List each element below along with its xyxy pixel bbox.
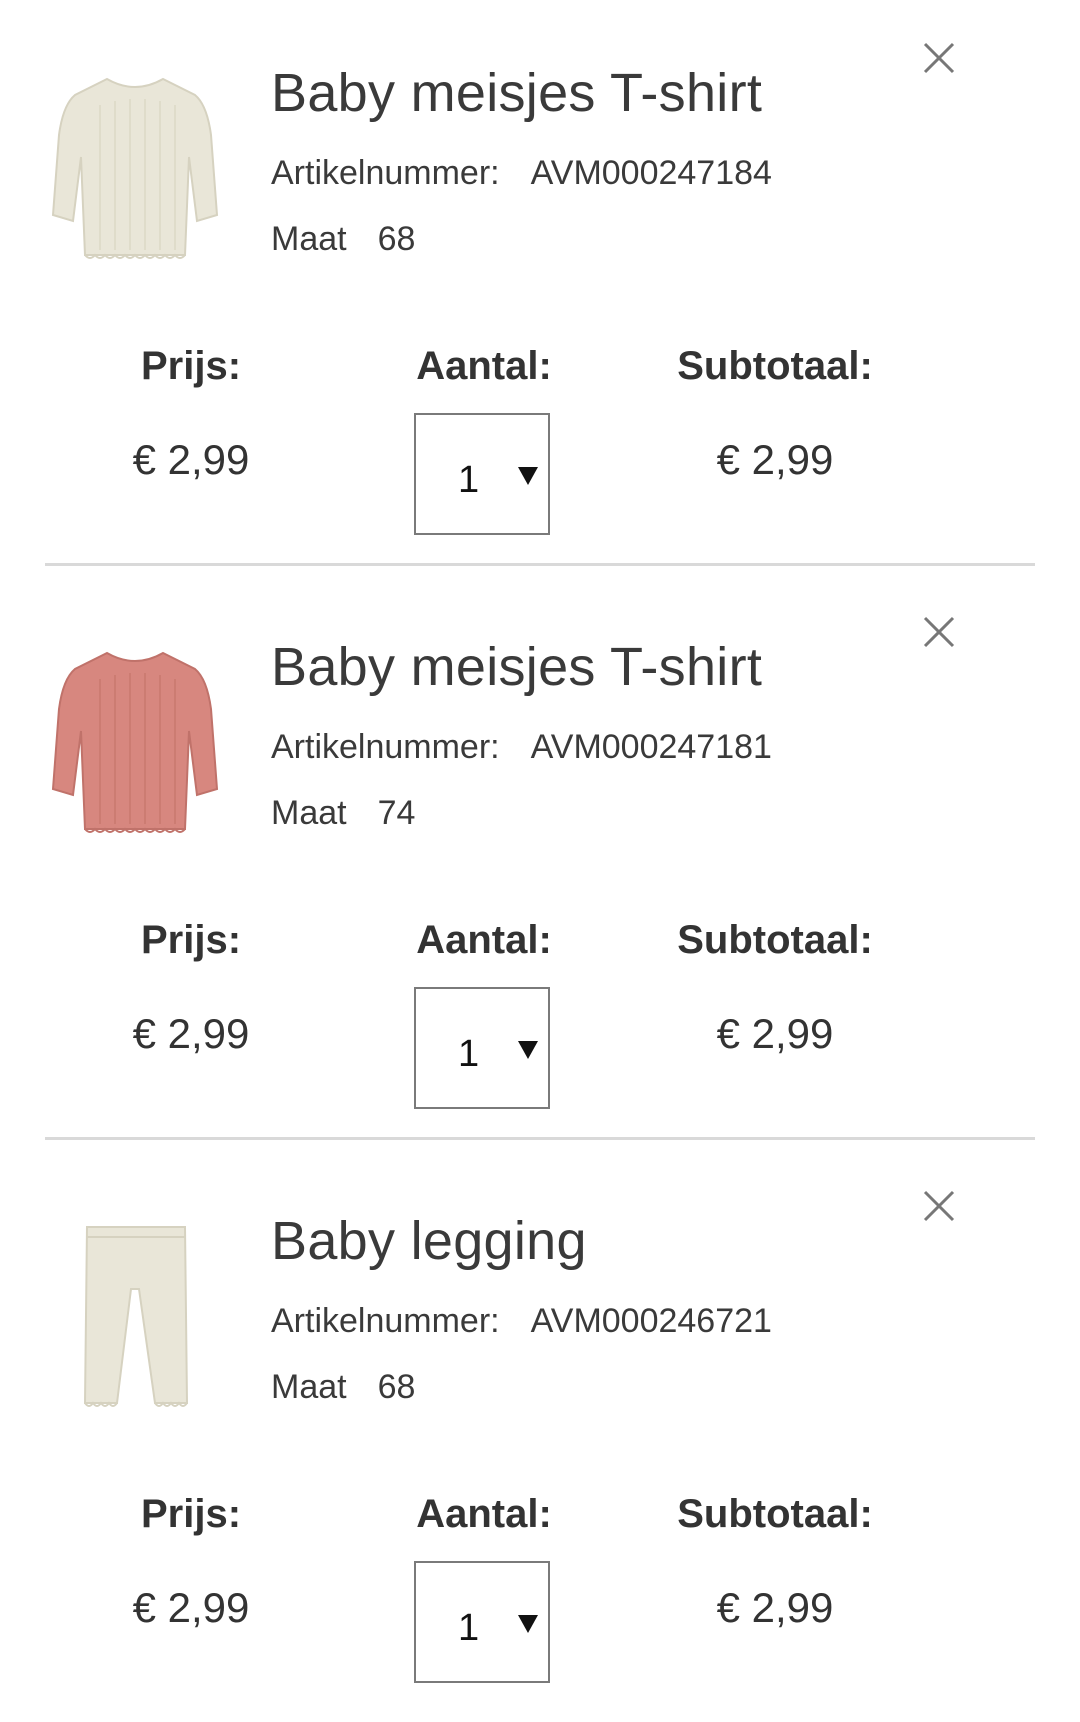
sku-label: Artikelnummer:	[271, 728, 500, 766]
product-image[interactable]	[45, 639, 225, 839]
remove-item-button[interactable]	[921, 1188, 957, 1224]
cream-longsleeve-shirt-icon	[51, 77, 219, 259]
divider	[45, 1137, 1035, 1140]
price-label: Prijs:	[140, 344, 242, 388]
size-value: 68	[377, 1368, 416, 1406]
remove-item-button[interactable]	[921, 40, 957, 76]
cart-item: Baby meisjes T-shirt Artikelnummer: AVM00…	[0, 574, 1080, 1148]
quantity-value: 1	[458, 459, 480, 501]
price-value: € 2,99	[132, 1010, 250, 1057]
subtotal-value: € 2,99	[716, 1010, 834, 1057]
sku-value: AVM000247181	[530, 728, 772, 766]
close-icon	[923, 1190, 955, 1222]
divider	[45, 563, 1035, 566]
size-row: Maat 74	[271, 794, 415, 833]
size-label: Maat	[271, 794, 347, 832]
size-row: Maat 68	[271, 1368, 415, 1407]
close-icon	[923, 42, 955, 74]
quantity-label: Aantal:	[416, 344, 552, 388]
product-image[interactable]	[45, 1213, 225, 1413]
sku-row: Artikelnummer: AVM000246721	[271, 1302, 772, 1341]
close-icon	[923, 616, 955, 648]
sku-value: AVM000246721	[530, 1302, 772, 1340]
size-row: Maat 68	[271, 220, 415, 259]
pink-longsleeve-shirt-icon	[51, 651, 219, 833]
subtotal-value: € 2,99	[716, 1584, 834, 1631]
quantity-select[interactable]: 1	[414, 987, 550, 1109]
subtotal-label: Subtotaal:	[677, 344, 873, 388]
sku-label: Artikelnummer:	[271, 1302, 500, 1340]
quantity-value: 1	[458, 1033, 480, 1075]
remove-item-button[interactable]	[921, 614, 957, 650]
subtotal-label: Subtotaal:	[677, 918, 873, 962]
price-label: Prijs:	[140, 1492, 242, 1536]
product-image[interactable]	[45, 65, 225, 265]
quantity-label: Aantal:	[416, 918, 552, 962]
product-title[interactable]: Baby meisjes T-shirt	[271, 62, 762, 124]
price-value: € 2,99	[132, 436, 250, 483]
cream-legging-icon	[83, 1226, 189, 1407]
subtotal-value: € 2,99	[716, 436, 834, 483]
cart-item: Baby meisjes T-shirt Artikelnummer: AVM00…	[0, 0, 1080, 574]
dropdown-arrow-icon	[518, 467, 538, 485]
size-label: Maat	[271, 1368, 347, 1406]
size-label: Maat	[271, 220, 347, 258]
sku-row: Artikelnummer: AVM000247181	[271, 728, 772, 767]
quantity-select[interactable]: 1	[414, 413, 550, 535]
dropdown-arrow-icon	[518, 1615, 538, 1633]
dropdown-arrow-icon	[518, 1041, 538, 1059]
sku-value: AVM000247184	[530, 154, 772, 192]
cart-item: Baby legging Artikelnummer: AVM000246721 …	[0, 1148, 1080, 1722]
price-label: Prijs:	[140, 918, 242, 962]
price-value: € 2,99	[132, 1584, 250, 1631]
quantity-label: Aantal:	[416, 1492, 552, 1536]
quantity-value: 1	[458, 1607, 480, 1649]
product-title[interactable]: Baby legging	[271, 1210, 587, 1272]
subtotal-label: Subtotaal:	[677, 1492, 873, 1536]
sku-label: Artikelnummer:	[271, 154, 500, 192]
sku-row: Artikelnummer: AVM000247184	[271, 154, 772, 193]
size-value: 68	[377, 220, 416, 258]
quantity-select[interactable]: 1	[414, 1561, 550, 1683]
size-value: 74	[377, 794, 416, 832]
product-title[interactable]: Baby meisjes T-shirt	[271, 636, 762, 698]
